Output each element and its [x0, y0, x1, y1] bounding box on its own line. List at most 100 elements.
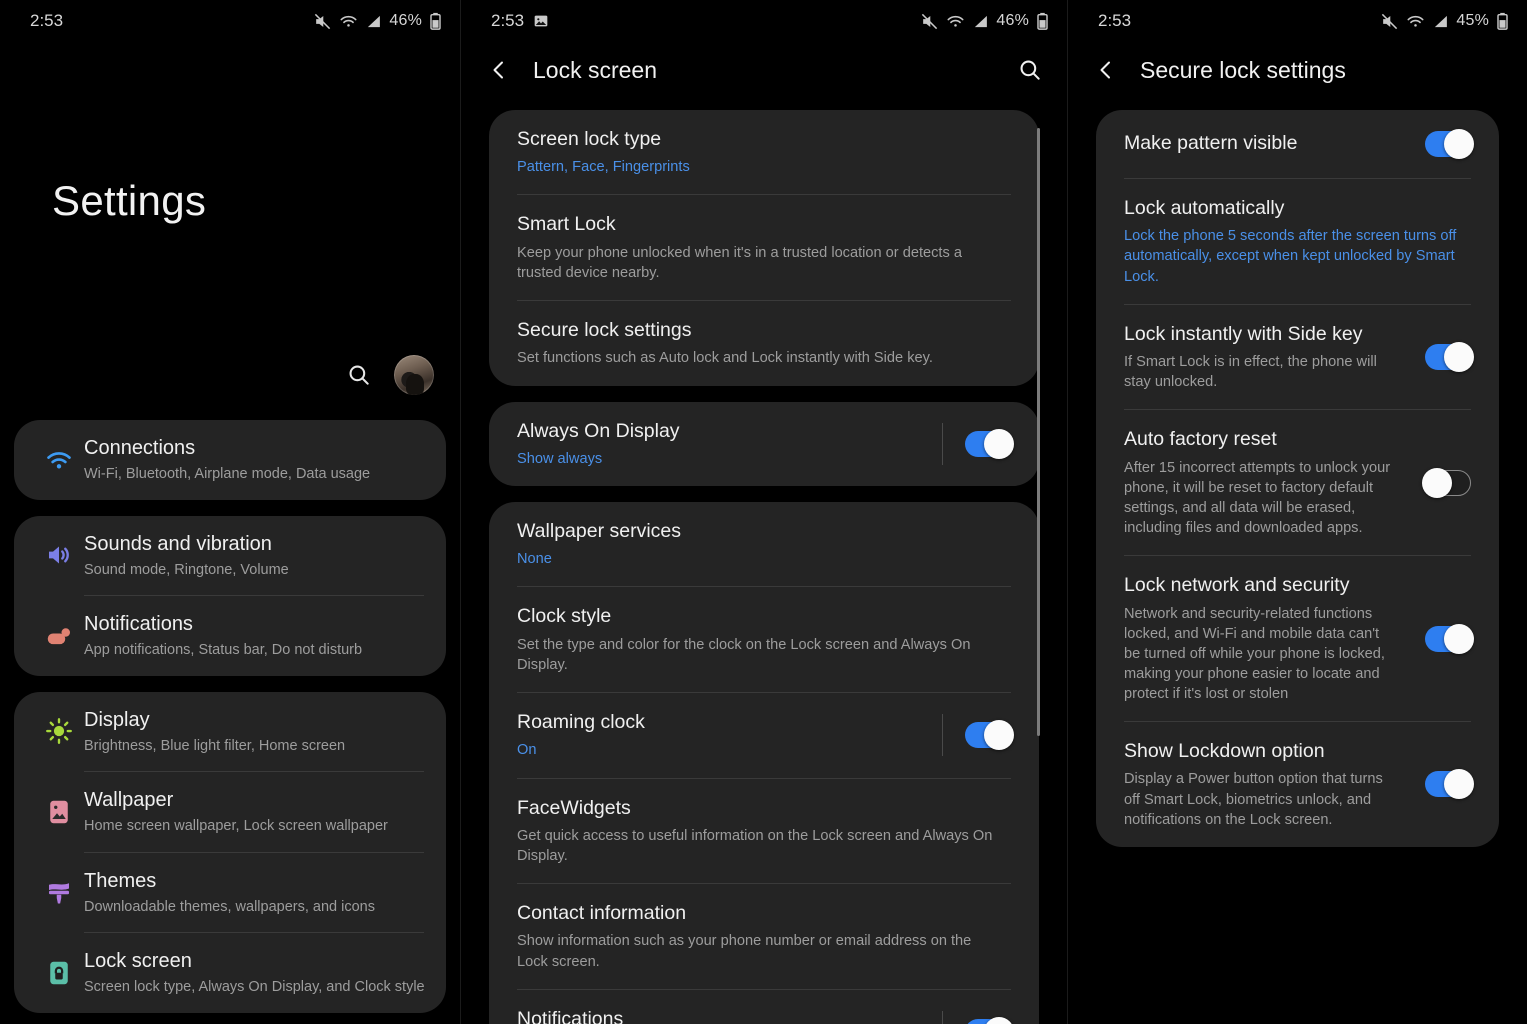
item-title: Contact information: [517, 902, 687, 925]
app-bar-p2: Lock screen: [461, 42, 1067, 98]
item-title: Roaming clock: [517, 711, 645, 734]
item-subtitle: Lock the phone 5 seconds after the scree…: [1124, 228, 1457, 285]
wifi-icon: [339, 12, 358, 31]
battery-percent: 45%: [1456, 12, 1489, 29]
status-time: 2:53: [1098, 11, 1132, 30]
sidebar-item-sounds-and-vibration[interactable]: Sounds and vibration Sound mode, Rington…: [14, 516, 446, 596]
page-title: Secure lock settings: [1140, 56, 1346, 83]
settings-card-connections: Connections Wi-Fi, Bluetooth, Airplane m…: [14, 420, 446, 500]
item-title: Show Lockdown option: [1124, 740, 1325, 763]
list-item-make-pattern-visible[interactable]: Make pattern visible: [1124, 110, 1474, 178]
sidebar-item-display[interactable]: Display Brightness, Blue light filter, H…: [14, 692, 446, 772]
item-subtitle: Show always: [517, 450, 603, 467]
brightness-icon: [34, 716, 84, 746]
show-lockdown-option-toggle[interactable]: [1425, 769, 1474, 800]
list-item-always-on-display[interactable]: Always On Display Show always: [517, 402, 1014, 486]
battery-icon: [429, 12, 442, 30]
lock-network-security-toggle[interactable]: [1425, 623, 1474, 654]
list-item-auto-factory-reset[interactable]: Auto factory reset After 15 incorrect at…: [1124, 410, 1471, 555]
list-item-screen-lock-type[interactable]: Screen lock type Pattern, Face, Fingerpr…: [517, 110, 1011, 194]
wifi-icon: [1406, 12, 1425, 31]
roaming-clock-toggle[interactable]: [965, 720, 1014, 751]
item-subtitle: Set functions such as Auto lock and Lock…: [517, 350, 933, 367]
always-on-display-toggle[interactable]: [965, 428, 1014, 459]
panel-settings-home: 2:53 46% Settings Connections Wi-Fi, Blu…: [0, 0, 460, 1024]
item-subtitle: Pattern, Face, Fingerprints: [517, 159, 690, 176]
paintbrush-icon: [34, 878, 84, 908]
status-time: 2:53: [491, 11, 525, 30]
notification-icon: [34, 621, 84, 651]
item-title: Themes: [84, 869, 157, 892]
item-title: Make pattern visible: [1124, 132, 1298, 155]
list-item-wallpaper-services[interactable]: Wallpaper services None: [517, 502, 1011, 586]
page-title: Lock screen: [533, 56, 658, 83]
item-subtitle: Sound mode, Ringtone, Volume: [84, 561, 289, 578]
back-chevron-icon[interactable]: [1092, 56, 1120, 84]
search-icon[interactable]: [346, 362, 372, 388]
item-subtitle: Brightness, Blue light filter, Home scre…: [84, 737, 346, 754]
sidebar-item-wallpaper[interactable]: Wallpaper Home screen wallpaper, Lock sc…: [14, 772, 446, 852]
item-subtitle: None: [517, 551, 552, 568]
battery-percent: 46%: [389, 12, 422, 29]
list-item-contact-information[interactable]: Contact information Show information suc…: [517, 884, 1011, 989]
list-item-clock-style[interactable]: Clock style Set the type and color for t…: [517, 587, 1011, 692]
lock-icon: [34, 958, 84, 988]
settings-card-sound-notifications: Sounds and vibration Sound mode, Rington…: [14, 515, 446, 676]
list-item-lock-instantly-with-side-key[interactable]: Lock instantly with Side key If Smart Lo…: [1124, 305, 1474, 410]
list-item-roaming-clock[interactable]: Roaming clock On: [517, 693, 1014, 777]
item-title: Wallpaper: [84, 789, 174, 812]
scrollbar[interactable]: [1037, 128, 1040, 736]
item-subtitle: If Smart Lock is in effect, the phone wi…: [1124, 354, 1377, 391]
toggle-divider: [942, 1010, 943, 1024]
item-subtitle: Screen lock type, Always On Display, and…: [84, 979, 425, 996]
auto-factory-reset-toggle[interactable]: [1422, 467, 1471, 498]
item-title: Always On Display: [517, 419, 680, 442]
battery-icon: [1036, 12, 1049, 30]
item-title: Lock network and security: [1124, 574, 1350, 597]
toggle-divider: [942, 422, 943, 465]
search-icon[interactable]: [1017, 57, 1043, 83]
status-time: 2:53: [30, 11, 64, 30]
mute-icon: [313, 12, 332, 31]
item-subtitle: Home screen wallpaper, Lock screen wallp…: [84, 818, 388, 835]
app-bar-p3: Secure lock settings: [1068, 42, 1527, 98]
list-item-facewidgets[interactable]: FaceWidgets Get quick access to useful i…: [517, 779, 1011, 884]
avatar[interactable]: [394, 355, 434, 395]
back-chevron-icon[interactable]: [485, 56, 513, 84]
sidebar-item-connections[interactable]: Connections Wi-Fi, Bluetooth, Airplane m…: [14, 420, 446, 500]
item-title: Auto factory reset: [1124, 428, 1277, 451]
sidebar-item-lock-screen[interactable]: Lock screen Screen lock type, Always On …: [14, 933, 446, 1013]
lock-instantly-side-key-toggle[interactable]: [1425, 342, 1474, 373]
item-subtitle: Downloadable themes, wallpapers, and ico…: [84, 898, 375, 915]
sidebar-item-themes[interactable]: Themes Downloadable themes, wallpapers, …: [14, 853, 446, 933]
panel-lock-screen: 2:53 46% Lock screen Screen lock type Pa…: [460, 0, 1067, 1024]
list-item-show-lockdown-option[interactable]: Show Lockdown option Display a Power but…: [1124, 722, 1474, 847]
image-icon: [533, 13, 549, 29]
battery-icon: [1496, 12, 1509, 30]
settings-card-display-group: Display Brightness, Blue light filter, H…: [14, 691, 446, 1013]
list-item-lock-network-and-security[interactable]: Lock network and security Network and se…: [1124, 556, 1474, 721]
item-subtitle: Network and security-related functions l…: [1124, 605, 1385, 703]
page-title: Settings: [52, 177, 207, 224]
item-subtitle: Display a Power button option that turns…: [1124, 771, 1383, 828]
make-pattern-visible-toggle[interactable]: [1425, 129, 1474, 159]
sidebar-item-notifications[interactable]: Notifications App notifications, Status …: [14, 596, 446, 676]
list-item-smart-lock[interactable]: Smart Lock Keep your phone unlocked when…: [517, 195, 1011, 300]
item-subtitle: After 15 incorrect attempts to unlock yo…: [1124, 459, 1391, 537]
item-subtitle: Keep your phone unlocked when it's in a …: [517, 244, 962, 281]
wifi-icon: [34, 445, 84, 475]
panel-secure-lock-settings: 2:53 45% Secure lock settings Make patte…: [1067, 0, 1527, 1024]
status-bar-p3: 2:53 45%: [1068, 0, 1527, 42]
item-subtitle: Wi-Fi, Bluetooth, Airplane mode, Data us…: [84, 466, 371, 482]
list-item-secure-lock-settings[interactable]: Secure lock settings Set functions such …: [517, 301, 1011, 385]
three-panel-screenshot: 2:53 46% Settings Connections Wi-Fi, Blu…: [0, 0, 1527, 1024]
list-item-lock-automatically[interactable]: Lock automatically Lock the phone 5 seco…: [1124, 179, 1471, 304]
item-title: Wallpaper services: [517, 520, 681, 542]
signal-icon: [1432, 13, 1449, 30]
speaker-icon: [34, 540, 84, 570]
secure-lock-card: Make pattern visible Lock automatically …: [1096, 110, 1499, 847]
list-item-notifications[interactable]: Notifications On: [517, 990, 1014, 1024]
mute-icon: [1380, 12, 1399, 31]
notifications-toggle[interactable]: [965, 1016, 1014, 1024]
item-subtitle: Set the type and color for the clock on …: [517, 636, 971, 673]
